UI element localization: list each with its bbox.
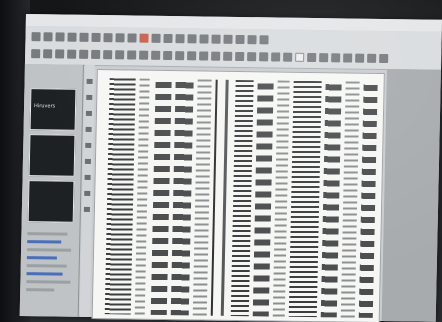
tool-icon[interactable] (55, 31, 65, 42)
drawing-column (230, 79, 254, 317)
tool-icon[interactable] (31, 48, 41, 58)
tool-icon[interactable] (211, 51, 221, 61)
tool-icon[interactable] (235, 34, 245, 44)
panel-row[interactable] (26, 272, 63, 276)
tool-icon[interactable] (199, 50, 209, 61)
tool-icon[interactable] (43, 31, 53, 41)
tool-icon[interactable] (84, 158, 91, 164)
tool-icon[interactable] (151, 50, 161, 60)
tool-icon[interactable] (175, 50, 185, 60)
record-icon[interactable] (139, 33, 149, 43)
panel-row[interactable] (26, 288, 55, 292)
tool-icon[interactable] (79, 32, 89, 42)
tool-icon[interactable] (259, 34, 269, 44)
panel-row[interactable] (27, 240, 62, 244)
layer-thumbnail-label: Hiruvers (34, 103, 56, 110)
tool-icon[interactable] (247, 51, 257, 61)
tool-icon[interactable] (235, 51, 245, 61)
tool-icon[interactable] (283, 52, 293, 62)
layer-thumbnail[interactable]: Hiruvers (29, 88, 77, 131)
layers-panel: Hiruvers (19, 64, 84, 317)
tool-icon[interactable] (379, 53, 389, 63)
tool-icon[interactable] (247, 34, 257, 44)
tool-icon[interactable] (84, 190, 91, 196)
drawing-column (170, 79, 194, 316)
tool-icon[interactable] (67, 49, 77, 59)
tool-icon[interactable] (259, 51, 269, 61)
drawing-column (192, 79, 212, 316)
tool-icon[interactable] (139, 50, 149, 60)
tool-icon[interactable] (43, 48, 53, 58)
tool-icon[interactable] (85, 126, 92, 132)
tool-icon[interactable] (91, 49, 101, 59)
tool-icon[interactable] (199, 33, 209, 44)
tool-icon[interactable] (295, 52, 305, 62)
drawing-column (210, 79, 218, 316)
tool-icon[interactable] (127, 49, 137, 60)
toolbar-row-top (31, 29, 269, 46)
drawing-column (150, 78, 172, 316)
tool-icon[interactable] (85, 110, 92, 116)
tool-icon[interactable] (187, 33, 197, 43)
tool-icon[interactable] (103, 32, 113, 42)
tool-icon[interactable] (91, 32, 101, 42)
tool-icon[interactable] (86, 78, 93, 84)
tool-icon[interactable] (223, 51, 233, 61)
panel-row[interactable] (26, 280, 71, 284)
tool-icon[interactable] (307, 52, 317, 62)
tool-icon[interactable] (223, 34, 233, 44)
monitor-screen: Hiruvers (19, 14, 442, 322)
layer-thumbnail[interactable] (27, 180, 75, 223)
toolbar-row-bottom (31, 46, 389, 65)
tool-icon[interactable] (355, 53, 365, 63)
tool-icon[interactable] (84, 174, 91, 180)
tool-icon[interactable] (271, 51, 281, 62)
tool-icon[interactable] (31, 31, 41, 41)
photo: Hiruvers (0, 0, 442, 322)
layer-thumbnail[interactable] (28, 134, 76, 177)
tool-icon[interactable] (85, 142, 92, 148)
tool-icon[interactable] (115, 32, 125, 42)
tool-icon[interactable] (175, 33, 185, 43)
drawing-column (340, 81, 360, 318)
tool-icon[interactable] (343, 52, 353, 63)
drawing-column (272, 80, 290, 317)
drawing-column (104, 78, 136, 315)
tool-icon[interactable] (55, 48, 65, 59)
tool-icon[interactable] (367, 53, 377, 63)
tool-icon[interactable] (79, 49, 89, 59)
tool-icon[interactable] (67, 32, 77, 42)
panel-row[interactable] (26, 256, 57, 260)
drawing-column (134, 78, 150, 315)
tool-icon[interactable] (83, 206, 90, 212)
tool-icon[interactable] (86, 94, 93, 100)
panel-row[interactable] (27, 232, 68, 236)
panel-row[interactable] (26, 264, 67, 268)
tool-icon[interactable] (319, 52, 329, 62)
tool-icon[interactable] (127, 32, 137, 43)
drawing-column (320, 81, 342, 318)
drawing-column (252, 80, 274, 317)
drawing-column (358, 81, 378, 318)
tool-icon[interactable] (115, 49, 125, 59)
document-canvas[interactable] (91, 69, 385, 322)
tool-icon[interactable] (103, 49, 113, 59)
tool-icon[interactable] (211, 34, 221, 44)
workspace-background (381, 69, 441, 322)
tool-icon[interactable] (163, 33, 173, 43)
tool-icon[interactable] (151, 33, 161, 43)
panel-row[interactable] (27, 248, 72, 252)
tool-icon[interactable] (331, 52, 341, 62)
tool-icon[interactable] (187, 50, 197, 60)
tool-icon[interactable] (163, 50, 173, 60)
drawing-column (220, 79, 229, 316)
drawing-column (288, 80, 322, 318)
